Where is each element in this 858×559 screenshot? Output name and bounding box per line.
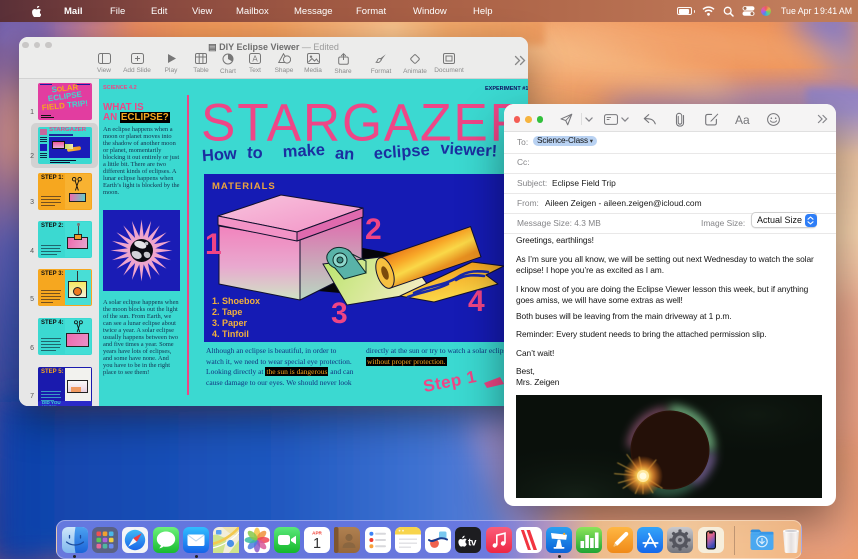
svg-text:2. Tape: 2. Tape	[212, 307, 242, 317]
svg-text:1. Shoebox: 1. Shoebox	[212, 296, 260, 306]
svg-text:3: 3	[331, 297, 348, 330]
svg-text:4. Tinfoil: 4. Tinfoil	[212, 329, 249, 339]
svg-text:tv: tv	[468, 538, 477, 549]
svg-text:4: 4	[468, 285, 485, 318]
svg-text:MATERIALS: MATERIALS	[212, 181, 276, 192]
svg-text:2: 2	[365, 213, 382, 246]
svg-text:3. Paper: 3. Paper	[212, 318, 248, 328]
svg-text:APR: APR	[312, 530, 322, 535]
svg-text:1: 1	[205, 228, 222, 261]
svg-text:1: 1	[313, 536, 321, 552]
